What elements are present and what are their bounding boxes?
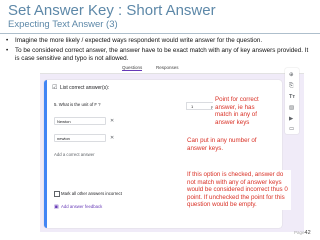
add-image-icon[interactable]: ▨ <box>289 105 294 111</box>
page-number-value: 42 <box>304 230 311 236</box>
answer-key-icon: ☑ <box>52 85 58 91</box>
add-section-icon[interactable]: ▭ <box>289 126 294 132</box>
bullet-item: • Imagine the more likely / expected way… <box>6 37 314 45</box>
points-value: 1 <box>191 104 194 109</box>
mark-incorrect-annotation: If this option is checked, answer do not… <box>185 170 291 210</box>
bullet-text: To be considered correct answer, the ans… <box>15 47 309 63</box>
close-icon[interactable]: ✕ <box>110 118 114 124</box>
title-divider <box>0 33 320 34</box>
mark-incorrect-checkbox[interactable] <box>54 191 60 197</box>
add-video-icon[interactable]: ▶ <box>289 116 293 122</box>
tab-responses[interactable]: Responses <box>156 65 179 70</box>
add-feedback-link[interactable]: Add answer feedback <box>61 204 102 209</box>
close-icon[interactable]: ✕ <box>110 135 114 141</box>
slide-title: Set Answer Key : Short Answer <box>8 2 216 19</box>
tab-questions[interactable]: Questions <box>122 65 143 71</box>
card-accent-bar <box>44 80 47 228</box>
form-tool-sidebar: ⊕ ⎘ Tт ▨ ▶ ▭ <box>285 68 299 134</box>
add-correct-answer-link[interactable]: Add a correct answer <box>54 152 95 157</box>
feedback-icon: ▣ <box>54 204 59 210</box>
mark-incorrect-label: Mark all other answers incorrect <box>61 191 122 196</box>
answer-key-field[interactable]: newton <box>54 134 106 142</box>
question-text: 5. What is the unit of F ? <box>54 102 101 107</box>
title-text-icon[interactable]: Tт <box>289 94 295 100</box>
add-question-icon[interactable]: ⊕ <box>289 72 294 78</box>
page-number: Page42 <box>294 230 311 236</box>
answer-keys-annotation: Can put in any number of answer keys. <box>185 136 275 154</box>
points-annotation: Point for correct answer, ie has match i… <box>213 95 273 128</box>
bullet-text: Imagine the more likely / expected ways … <box>15 37 263 44</box>
bullet-list: • Imagine the more likely / expected way… <box>6 37 314 66</box>
slide-subtitle: Expecting Text Answer (3) <box>8 19 118 30</box>
form-tab-bar: Questions Responses <box>40 64 304 74</box>
import-questions-icon[interactable]: ⎘ <box>289 83 293 89</box>
bullet-dot-icon: • <box>6 47 9 55</box>
answer-key-field[interactable]: Newton <box>54 117 106 125</box>
page-prefix: Page <box>294 230 305 235</box>
bullet-dot-icon: • <box>6 37 9 44</box>
bullet-item: • To be considered correct answer, the a… <box>6 47 314 63</box>
card-heading: List correct answer(s): <box>60 85 110 91</box>
